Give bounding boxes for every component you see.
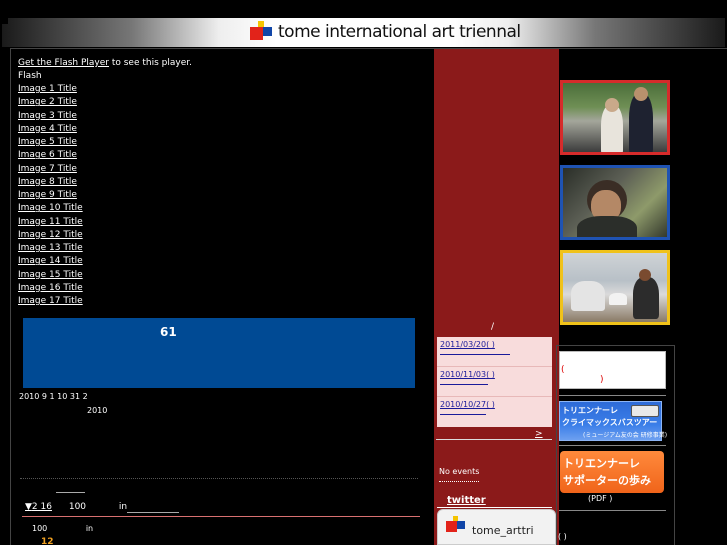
image-title-link[interactable]: Image 7 Title [18,164,77,174]
no-events-text: No events [439,467,480,476]
list-item: Image 3 Title [18,110,423,123]
list-item: Image 2 Title [18,96,423,109]
list-item: Image 6 Title [18,149,423,162]
get-flash-player-link[interactable]: Get the Flash Player [18,58,109,68]
divider [22,516,420,517]
bus-banner-line1: トリエンナーレ [562,406,618,415]
news-entry-date[interactable]: 2010/11/03( ) [440,370,495,379]
orange-banner-line2: サポーターの歩み [563,474,651,487]
stat-in: in [85,524,94,533]
news-item[interactable]: ▼2 16 100 in [25,502,127,512]
twitter-heading[interactable]: twitter [447,495,486,506]
image-title-link[interactable]: Image 17 Title [18,296,83,306]
image-title-link[interactable]: Image 3 Title [18,111,77,121]
image-title-link[interactable]: Image 6 Title [18,150,77,160]
twitter-avatar-icon [446,516,466,536]
list-item: Image 14 Title [18,255,423,268]
list-item: Image 16 Title [18,282,423,295]
bus-banner-line2: クライマックスバスツアー [562,418,658,427]
info-box-paren-open: ( [561,365,565,375]
divider [437,396,552,397]
bus-banner-line3: (ミュージアム友の会 研修事業) [583,432,668,439]
bottom-paren-text: ( ) [558,532,567,541]
news-entry-underline [440,379,488,385]
divider [20,478,418,479]
list-item: Image 9 Title [18,189,423,202]
news-entry[interactable]: 2011/03/20( ) [440,340,510,355]
stat-row: 100 in [32,524,93,533]
image-title-link[interactable]: Image 14 Title [18,256,83,266]
flash-fallback: Get the Flash Player to see this player.… [18,57,423,308]
list-item: Image 7 Title [18,163,423,176]
list-item: Image 17 Title [18,295,423,308]
divider [439,481,479,482]
divider [559,395,666,396]
flash-player-notice: Get the Flash Player to see this player. [18,57,423,70]
divider [437,507,552,508]
news-item-title: 2 16 [31,502,52,512]
period-text: 2010 9 1 10 31 2 [19,392,88,401]
triangle-down-icon: ▼ [25,502,32,512]
image-title-list: Image 1 Title Image 2 Title Image 3 Titl… [18,83,423,308]
flash-label: Flash [18,71,42,81]
more-link[interactable]: > [535,429,543,439]
image-title-link[interactable]: Image 15 Title [18,270,83,280]
site-logo[interactable]: tome international art triennal [250,21,521,45]
news-entry-underline [440,409,486,415]
logo-mark-icon [250,21,272,43]
news-entry-underline [440,349,510,355]
news-entry-date[interactable]: 2011/03/20( ) [440,340,510,349]
image-title-link[interactable]: Image 13 Title [18,243,83,253]
list-item: Image 12 Title [18,229,423,242]
list-item: Image 8 Title [18,176,423,189]
countdown-banner[interactable] [23,318,415,388]
list-item: Image 13 Title [18,242,423,255]
image-title-link[interactable]: Image 2 Title [18,97,77,107]
image-title-link[interactable]: Image 5 Title [18,137,77,147]
orange-banner-line1: トリエンナーレ [563,457,640,470]
period-year: 2010 [87,406,108,415]
image-title-link[interactable]: Image 9 Title [18,190,77,200]
news-item-in: in [118,502,128,512]
event-photo[interactable] [560,250,670,325]
image-title-link[interactable]: Image 12 Title [18,230,83,240]
news-entry[interactable]: 2010/10/27( ) [440,400,495,415]
divider [56,492,85,493]
calendar-slash: / [491,322,495,332]
twitter-account-name[interactable]: tome_arttri [472,524,534,537]
news-item-count: 100 [68,502,87,512]
list-item: Image 11 Title [18,216,423,229]
logo-text: tome international art triennal [278,22,521,42]
flash-notice-suffix: to see this player. [108,58,192,68]
image-title-link[interactable]: Image 4 Title [18,124,77,134]
bus-icon [631,405,659,417]
list-item: Image 1 Title [18,83,423,96]
list-item: Image 5 Title [18,136,423,149]
image-title-link[interactable]: Image 11 Title [18,217,83,227]
list-item: Image 15 Title [18,269,423,282]
image-title-link[interactable]: Image 16 Title [18,283,83,293]
highlight-number: 12 [41,537,54,545]
list-item: Image 4 Title [18,123,423,136]
event-photo[interactable] [560,80,670,155]
news-entry[interactable]: 2010/11/03( ) [440,370,495,385]
countdown-number: 61 [160,325,177,339]
list-item: Image 10 Title [18,202,423,215]
divider [437,366,552,367]
pdf-label[interactable]: (PDF ) [588,494,612,503]
image-title-link[interactable]: Image 1 Title [18,84,77,94]
divider [559,445,666,446]
image-title-link[interactable]: Image 10 Title [18,203,83,213]
news-entry-date[interactable]: 2010/10/27( ) [440,400,495,409]
divider [436,439,552,440]
info-box-paren-close: ) [600,375,604,385]
stat-count: 100 [32,524,48,533]
image-title-link[interactable]: Image 8 Title [18,177,77,187]
info-box[interactable] [559,351,666,389]
divider [559,510,666,511]
event-photo[interactable] [560,165,670,240]
divider [127,512,179,513]
